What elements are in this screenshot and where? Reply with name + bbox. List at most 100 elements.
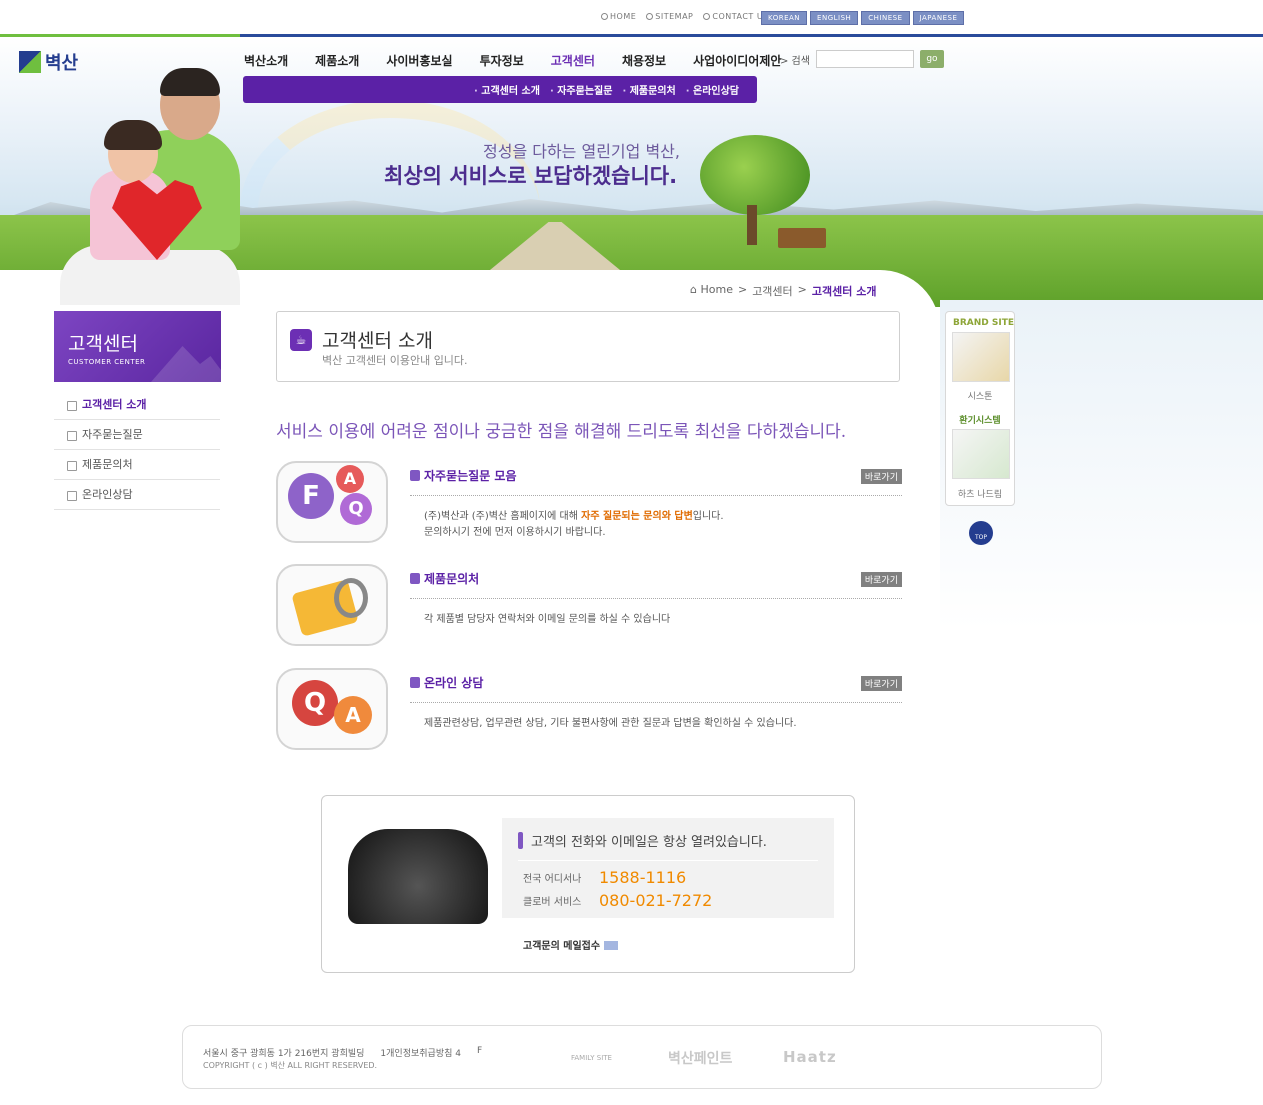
man-hair: [160, 68, 220, 96]
page-title: 고객센터 소개: [322, 330, 433, 352]
breadcrumb-current: 고객센터 소개: [811, 285, 877, 298]
home-link[interactable]: HOME: [601, 12, 636, 21]
product-inquiry-description: 각 제품별 담당자 연락처와 이메일 문의를 하실 수 있습니다: [424, 614, 671, 625]
family-site-haatz-logo[interactable]: Haatz: [783, 1048, 837, 1066]
online-counsel-title[interactable]: 온라인 상담: [410, 674, 483, 691]
counsel-bubble-q-icon: Q: [292, 680, 338, 726]
nav-item-pr[interactable]: 사이버홍보실: [386, 52, 452, 69]
faq-bubble-f-icon: F: [288, 473, 334, 519]
brand-haatz-caption[interactable]: 하츠 나드림: [946, 487, 1014, 500]
brand-siston-caption[interactable]: 시스톤: [946, 389, 1014, 402]
search-box: > 검색 go: [780, 50, 944, 68]
contact-row-clover: 클로버 서비스 080-021-7272: [523, 891, 712, 910]
nav-item-customer-center[interactable]: 고객센터: [551, 52, 595, 69]
sitemap-icon: [646, 13, 654, 20]
contact-label-nationwide: 전국 어디서나: [523, 874, 582, 885]
side-menu-faq[interactable]: 자주묻는질문: [54, 420, 220, 450]
footer-info-row: 서울시 중구 광희동 1가 216번지 광희빌딩 1개인정보취급방침 4 F: [203, 1046, 482, 1059]
side-menu-intro[interactable]: 고객센터 소개: [54, 390, 220, 420]
contact-label-clover: 클로버 서비스: [523, 897, 582, 908]
contact-divider: [518, 860, 818, 861]
top-label: TOP: [974, 534, 987, 541]
logo-mark-icon: [19, 51, 41, 73]
nav-item-idea[interactable]: 사업아이디어제안: [693, 52, 781, 69]
brand-haatz-image[interactable]: [952, 429, 1010, 479]
side-menu-product-inquiry[interactable]: 제품문의처: [54, 450, 220, 480]
lang-english-button[interactable]: ENGLISH: [810, 11, 859, 25]
faq-bubble-a-icon: A: [336, 465, 364, 493]
page: HOME SITEMAP CONTACT US KOREAN ENGLISH C…: [0, 0, 1263, 1105]
nav-item-recruit[interactable]: 채용정보: [622, 52, 666, 69]
breadcrumb-home[interactable]: ⌂ Home: [690, 283, 733, 299]
side-title-box: 고객센터 CUSTOMER CENTER: [54, 311, 221, 382]
breadcrumb-separator: >: [797, 283, 807, 296]
side-menu-online-counsel[interactable]: 온라인상담: [54, 480, 220, 510]
faq-desc-text: (주)벽산과 (주)벽산 홈페이지에 대해: [424, 511, 582, 522]
side-menu: 고객센터 소개 자주묻는질문 제품문의처 온라인상담: [54, 390, 220, 510]
breadcrumb: ⌂ Home > 고객센터 > 고객센터 소개: [690, 283, 876, 299]
contact-number-clover: 080-021-7272: [599, 891, 713, 910]
contact-email-link[interactable]: 고객문의 메일접수: [523, 937, 618, 952]
faq-title[interactable]: 자주묻는질문 모음: [410, 467, 517, 484]
subnav-item-faq[interactable]: 자주묻는질문: [550, 82, 612, 97]
online-counsel-divider: [410, 702, 902, 703]
faq-divider: [410, 495, 902, 496]
bench-graphic: [778, 228, 826, 248]
footer-address: 서울시 중구 광희동 1가 216번지 광희빌딩: [203, 1049, 365, 1059]
lang-chinese-button[interactable]: CHINESE: [861, 11, 910, 25]
product-inquiry-section: 제품문의처 바로가기 각 제품별 담당자 연락처와 이메일 문의를 하실 수 있…: [276, 564, 902, 648]
sub-navigation: 고객센터 소개 자주묻는질문 제품문의처 온라인상담: [243, 76, 757, 103]
faq-shortcut-button[interactable]: 바로가기: [860, 469, 902, 484]
top-bar: HOME SITEMAP CONTACT US KOREAN ENGLISH C…: [0, 0, 1263, 35]
faq-desc-highlight: 자주 질문되는 문의와 답변: [581, 511, 693, 522]
subnav-item-online-counsel[interactable]: 온라인상담: [686, 82, 739, 97]
contact-icon: [703, 13, 711, 20]
counsel-bubble-a-icon: A: [334, 696, 372, 734]
brand-site-title: BRAND SITE: [953, 318, 1015, 328]
subnav-item-product-inquiry[interactable]: 제품문의처: [622, 82, 676, 97]
product-inquiry-shortcut-button[interactable]: 바로가기: [860, 572, 902, 587]
faq-desc-line2: 문의하시기 전에 먼저 이용하시기 바랍니다.: [424, 527, 606, 538]
faq-desc-text-end: 입니다.: [692, 511, 724, 522]
home-icon: [601, 13, 608, 20]
back-to-top-button[interactable]: TOP: [969, 521, 993, 545]
sitemap-link[interactable]: SITEMAP: [646, 12, 693, 21]
search-go-button[interactable]: go: [919, 50, 944, 68]
contact-message: 고객의 전화와 이메일은 항상 열려있습니다.: [518, 831, 767, 850]
footer-privacy-policy[interactable]: 1개인정보취급방침 4: [380, 1046, 461, 1059]
footer-f: F: [476, 1046, 483, 1056]
faq-bubble-q-icon: Q: [340, 493, 372, 525]
family-site-paint-logo[interactable]: 벽산페인트: [668, 1048, 732, 1068]
girl-hair: [104, 120, 162, 150]
page-description: 벽산 고객센터 이용안내 입니다.: [322, 354, 468, 367]
breadcrumb-separator: >: [737, 283, 748, 296]
contact-link[interactable]: CONTACT US: [703, 12, 768, 21]
brand-ventilation-title: 환기시스템: [959, 416, 1001, 426]
faq-thumbnail: F A Q: [276, 461, 388, 543]
language-buttons: KOREAN ENGLISH CHINESE JAPANESE: [761, 11, 965, 25]
brand-siston-image[interactable]: [952, 332, 1010, 382]
online-counsel-description: 제품관련상담, 업무관련 상담, 기타 불편사항에 관한 질문과 답변을 확인하…: [424, 718, 797, 729]
lead-text: 서비스 이용에 어려운 점이나 궁금한 점을 해결해 드리도록 최선을 다하겠습…: [276, 422, 847, 442]
site-logo[interactable]: 벽산: [19, 49, 78, 75]
faq-description: (주)벽산과 (주)벽산 홈페이지에 대해 자주 질문되는 문의와 답변입니다.…: [424, 509, 724, 541]
family-photo: [60, 68, 240, 305]
utility-links: HOME SITEMAP CONTACT US: [601, 12, 769, 21]
nav-item-company[interactable]: 벽산소개: [244, 52, 288, 69]
lang-japanese-button[interactable]: JAPANESE: [912, 11, 965, 25]
product-inquiry-divider: [410, 598, 902, 599]
lang-korean-button[interactable]: KOREAN: [761, 11, 808, 25]
sitemap-label: SITEMAP: [655, 12, 694, 21]
nav-item-ir[interactable]: 투자정보: [480, 52, 524, 69]
breadcrumb-customer-center[interactable]: 고객센터: [752, 283, 792, 299]
search-input[interactable]: [815, 50, 914, 68]
product-inquiry-title[interactable]: 제품문의처: [410, 570, 479, 587]
main-navigation: 벽산소개 제품소개 사이버홍보실 투자정보 고객센터 채용정보 사업아이디어제안: [244, 52, 808, 69]
tree-graphic: [700, 135, 810, 215]
family-site-label: FAMILY SITE: [571, 1054, 612, 1062]
online-counsel-shortcut-button[interactable]: 바로가기: [860, 676, 902, 691]
search-label: > 검색: [780, 55, 810, 67]
subnav-item-intro[interactable]: 고객센터 소개: [474, 82, 540, 97]
logo-text: 벽산: [45, 53, 79, 74]
nav-item-products[interactable]: 제품소개: [315, 52, 359, 69]
